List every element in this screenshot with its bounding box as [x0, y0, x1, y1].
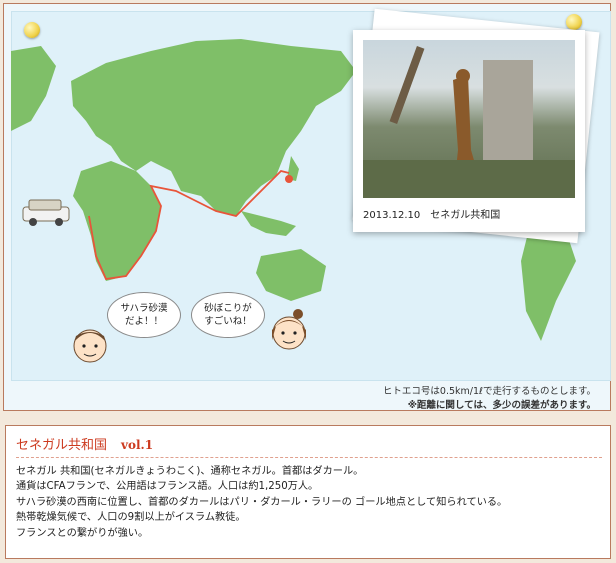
photo-card: 2013.12.10 セネガル共和国: [353, 30, 585, 232]
girl-avatar: [268, 306, 310, 358]
info-line: フランスとの繋がりが強い。: [16, 527, 149, 539]
photo-caption: 2013.12.10 セネガル共和国: [363, 210, 501, 221]
distance-note: ※距離に関しては、多少の誤差があります。: [407, 400, 596, 411]
info-line: 熱帯乾燥気候で、人口の9割以上がイスラム教徒。: [16, 512, 246, 524]
boy-avatar: [70, 322, 110, 370]
boy-speech-text: サハラ砂漠 だよ！！: [120, 303, 168, 327]
volume-label: vol.1: [121, 438, 154, 452]
info-line: 通貨はCFAフランで、公用語はフランス語。人口は約1,250万人。: [16, 481, 319, 493]
australia-landmass: [256, 249, 326, 301]
americas-left: [11, 46, 56, 131]
info-title: セネガル共和国 vol.1: [16, 434, 153, 453]
girl-speech-text: 砂ぼこりが すごいね！: [204, 303, 252, 327]
info-text: セネガル 共和国(セネガルきょうわこく)、通称セネガル。首都はダカール。 通貨は…: [16, 464, 507, 541]
info-line: セネガル 共和国(セネガルきょうわこく)、通称セネガル。首都はダカール。: [16, 466, 364, 477]
boy-speech-bubble: サハラ砂漠 だよ！！: [107, 292, 181, 338]
pin-icon-right: [566, 14, 582, 30]
africa-landmass: [73, 161, 161, 281]
country-name: セネガル共和国: [16, 438, 108, 453]
giraffe-photo: [363, 40, 575, 198]
se-asia-islands: [241, 211, 296, 236]
girl-speech-bubble: 砂ぼこりが すごいね！: [191, 292, 265, 338]
car-icon: [22, 199, 70, 226]
route-marker: [285, 175, 293, 183]
fuel-note: ヒトエコ号は0.5km/1ℓで走行するものとします。: [382, 386, 596, 397]
info-line: サハラ砂漠の西南に位置し、首都のダカールはパリ・ダカール・ラリーの ゴール地点と…: [16, 496, 508, 508]
divider: [16, 457, 602, 458]
info-box: セネガル共和国 vol.1 セネガル 共和国(セネガルきょうわこく)、通称セネガル…: [5, 425, 611, 559]
pin-icon-left: [24, 22, 40, 38]
giraffe-illustration: [363, 46, 575, 198]
map-frame: 2013.12.10 セネガル共和国 サハラ砂漠 だよ！！ 砂ぼこりが すごいね…: [3, 3, 611, 411]
